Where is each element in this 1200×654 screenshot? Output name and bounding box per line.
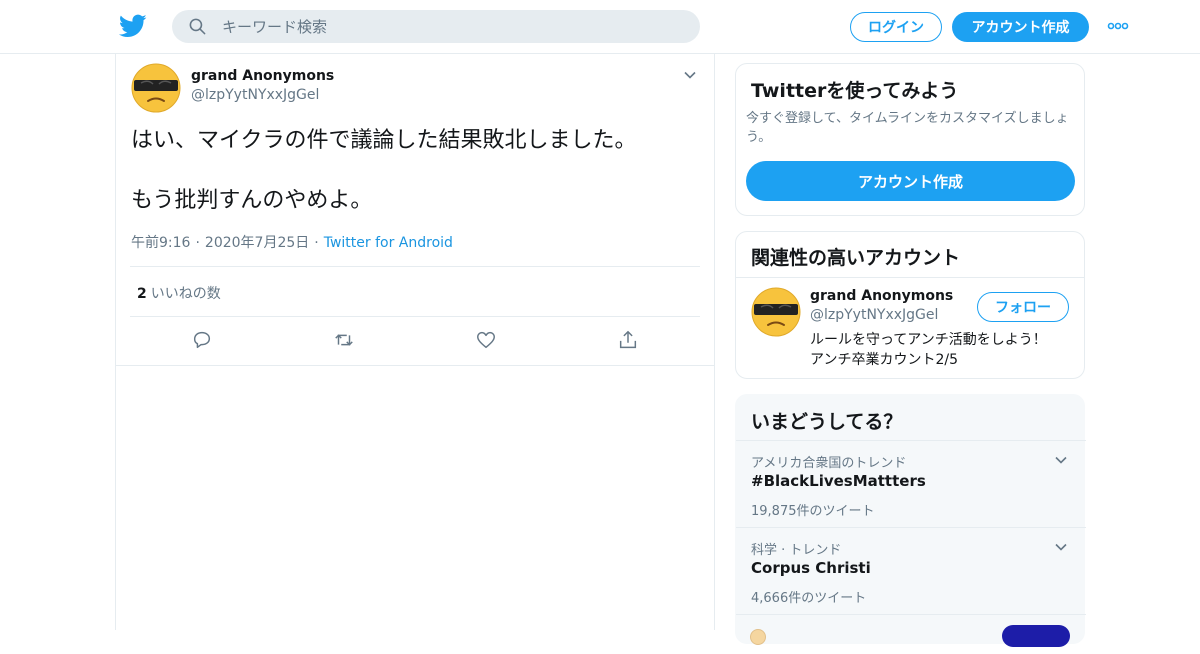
trend-media-thumbnail (1002, 625, 1070, 647)
divider (130, 316, 700, 317)
divider (116, 365, 714, 366)
chevron-down-icon[interactable] (1054, 540, 1068, 554)
related-accounts-card: 関連性の高いアカウント grand Anonymons @lzpYytNYxxJ… (735, 231, 1085, 379)
likes-count: 2 (137, 286, 147, 302)
search-box[interactable] (172, 10, 700, 43)
tweet-time[interactable]: 午前9:16 (131, 235, 190, 251)
meta-separator: · (314, 235, 319, 251)
signup-card-button[interactable]: アカウント作成 (746, 161, 1075, 201)
reply-icon[interactable] (191, 329, 213, 351)
search-input[interactable] (222, 10, 682, 43)
related-account-name[interactable]: grand Anonymons (810, 288, 953, 304)
meta-separator: · (195, 235, 200, 251)
tweet-meta: 午前9:16 · 2020年7月25日 · Twitter for Android (131, 232, 453, 252)
related-accounts-title: 関連性の高いアカウント (751, 247, 961, 269)
trends-title: いまどうしてる？ (751, 411, 903, 433)
signup-card-title: Twitterを使ってみよう (751, 80, 959, 102)
avatar[interactable] (751, 287, 801, 337)
tweet-date[interactable]: 2020年7月25日 (205, 235, 309, 251)
trend-tweet-count: 4,666件のツイート (751, 591, 867, 606)
share-icon[interactable] (617, 329, 639, 351)
signup-card-description: 今すぐ登録して、タイムラインをカスタマイズしましょう。 (746, 111, 1069, 145)
like-icon[interactable] (475, 329, 497, 351)
trend-item-partial[interactable] (736, 614, 1086, 654)
trend-item[interactable]: アメリカ合衆国のトレンド #BlackLivesMattters 19,875件… (736, 440, 1086, 527)
author-handle[interactable]: @lzpYytNYxxJgGel (191, 87, 319, 103)
trend-name[interactable]: #BlackLivesMattters (751, 472, 926, 490)
trend-context: 科学 · トレンド (751, 543, 842, 558)
top-bar: ログイン アカウント作成 (0, 0, 1200, 54)
trends-card: いまどうしてる？ アメリカ合衆国のトレンド #BlackLivesMattter… (735, 394, 1086, 647)
chevron-down-icon[interactable] (1054, 453, 1068, 467)
retweet-icon[interactable] (333, 329, 355, 351)
trend-item[interactable]: 科学 · トレンド Corpus Christi 4,666件のツイート (736, 527, 1086, 614)
trend-name[interactable]: Corpus Christi (751, 559, 871, 577)
login-button[interactable]: ログイン (850, 12, 942, 42)
signup-button[interactable]: アカウント作成 (952, 12, 1089, 42)
tweet-text: はい、マイクラの件で議論した結果敗北しました。 もう批判すんのやめよ。 (131, 128, 637, 213)
trend-tweet-count: 19,875件のツイート (751, 504, 875, 519)
trend-context: アメリカ合衆国のトレンド (751, 456, 907, 471)
divider (736, 277, 1084, 278)
twitter-bird-icon[interactable] (119, 12, 147, 40)
chevron-down-icon[interactable] (683, 68, 697, 82)
trend-thumbnail (750, 629, 766, 645)
related-account-handle[interactable]: @lzpYytNYxxJgGel (810, 307, 938, 323)
search-icon (189, 18, 206, 35)
follow-button[interactable]: フォロー (977, 292, 1069, 322)
likes-label: いいねの数 (150, 286, 221, 302)
tweet-detail: grand Anonymons @lzpYytNYxxJgGel はい、マイクラ… (115, 54, 715, 630)
avatar[interactable] (131, 63, 181, 113)
related-account-bio: ルールを守ってアンチ活動をしよう！ アンチ卒業カウント2/5 (810, 332, 1047, 368)
author-name[interactable]: grand Anonymons (191, 68, 334, 84)
likes-stat[interactable]: 2 いいねの数 (137, 283, 221, 303)
more-options-icon[interactable] (1107, 21, 1129, 31)
tweet-source-link[interactable]: Twitter for Android (324, 235, 453, 251)
divider (130, 266, 700, 267)
signup-card: Twitterを使ってみよう 今すぐ登録して、タイムラインをカスタマイズしましょ… (735, 63, 1085, 216)
